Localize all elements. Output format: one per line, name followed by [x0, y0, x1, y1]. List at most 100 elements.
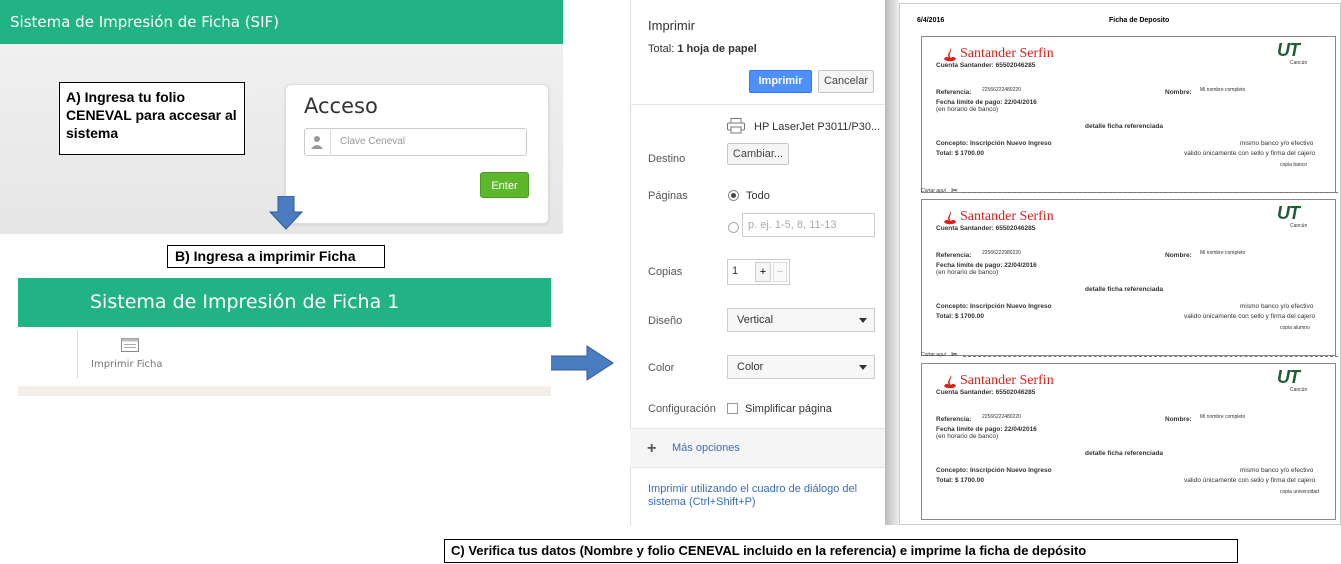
bank-name: Santander Serfin [960, 209, 1054, 224]
cut-label: Cortar aquí [921, 352, 947, 358]
validity-note: valido únicamente con sello y firma del … [1184, 313, 1316, 320]
sif-header-2: Sistema de Impresión de Ficha 1 [18, 278, 551, 327]
copy-label: copia alumno [1280, 325, 1310, 331]
copies-label: Copias [648, 266, 683, 278]
preview-date: 6/4/2016 [917, 17, 945, 24]
destination-label: Destino [648, 153, 686, 165]
cut-dashed-line [963, 356, 1338, 357]
color-select-value: Color [737, 361, 764, 373]
deadline-note: (en horario de banco) [936, 106, 999, 113]
print-total: Total: 1 hoja de papel [648, 43, 757, 55]
preview-title: Ficha de Deposito [1109, 17, 1170, 24]
pages-range-placeholder: p. ej. 1-5, 8, 11-13 [748, 219, 837, 231]
user-icon [311, 136, 323, 149]
detail-label: detalle ficha referenciada [1085, 450, 1164, 457]
layout-select-value: Vertical [737, 314, 774, 326]
login-title: Acceso [304, 94, 378, 118]
enter-button[interactable]: Enter [480, 172, 529, 198]
concept: Concepto: Inscripción Nuevo Ingreso [936, 303, 1052, 310]
step-c-note: C) Verifica tus datos (Nombre y folio CE… [444, 539, 1238, 563]
color-select[interactable]: Color [727, 355, 875, 379]
preview-shadow [885, 0, 899, 525]
chevron-down-icon [859, 365, 867, 370]
scissors-icon: ✂ [951, 186, 958, 195]
bank-account: Cuenta Santander: 65502046285 [936, 225, 1036, 232]
color-label: Color [648, 362, 675, 374]
name-label: Nombre: [1165, 252, 1192, 259]
print-form-menu-item[interactable]: Imprimir Ficha [91, 359, 163, 370]
pages-label: Páginas [648, 190, 688, 202]
pages-all-label: Todo [746, 190, 770, 202]
print-form-icon[interactable] [121, 338, 139, 352]
campus-name: Cancún [1290, 387, 1308, 393]
name-value: Mi nombre completo [1200, 87, 1246, 93]
arrow-right-icon [543, 345, 614, 381]
total-amount: Total: $ 1700.00 [936, 150, 984, 157]
copy-label: copia universidad [1280, 489, 1319, 495]
printer-icon [727, 118, 745, 134]
bank-account: Cuenta Santander: 65502046285 [936, 389, 1036, 396]
name-label: Nombre: [1165, 416, 1192, 423]
deadline: Fecha límite de pago: 22/04/2016 [936, 262, 1037, 269]
pages-range-radio[interactable] [728, 222, 739, 233]
name-value: Mi nombre completo [1200, 414, 1246, 420]
validity-note: valido únicamente con sello y firma del … [1184, 150, 1316, 157]
reference-value: 22566222480220 [982, 87, 1021, 93]
reference-label: Referencia: [936, 416, 972, 423]
step-a-note: A) Ingresa tu folio CENEVAL para accesar… [59, 82, 245, 155]
concept: Concepto: Inscripción Nuevo Ingreso [936, 467, 1052, 474]
bank-note: mismo banco y/o efectivo [1240, 303, 1314, 310]
total-prefix: Total: [648, 43, 675, 55]
plus-icon: + [647, 440, 657, 457]
cut-line: Cortar aquí ✂ [921, 350, 1341, 360]
total-value: 1 hoja de papel [677, 43, 757, 55]
more-options-link[interactable]: Más opciones [672, 442, 740, 454]
arrow-down-icon [268, 196, 304, 230]
ut-logo: UT [1277, 40, 1300, 60]
simplify-page-checkbox[interactable] [727, 403, 738, 414]
simplify-page-label: Simplificar página [745, 403, 832, 415]
copies-increment-button[interactable]: + [755, 262, 771, 282]
cut-line: Cortar aquí ✂ [921, 186, 1341, 196]
step-b-note: B) Ingresa a imprimir Ficha [167, 245, 385, 268]
total-amount: Total: $ 1700.00 [936, 313, 984, 320]
layout-select[interactable]: Vertical [727, 308, 875, 332]
deadline: Fecha límite de pago: 22/04/2016 [936, 99, 1037, 106]
deadline-note: (en horario de banco) [936, 269, 999, 276]
santander-flame-icon [944, 48, 956, 62]
campus-name: Cancún [1290, 60, 1308, 66]
name-label: Nombre: [1165, 89, 1192, 96]
total-amount: Total: $ 1700.00 [936, 477, 984, 484]
ut-logo: UT [1277, 203, 1300, 223]
ceneval-key-placeholder: Clave Ceneval [340, 136, 406, 147]
dialog-divider [630, 104, 885, 105]
reference-label: Referencia: [936, 252, 972, 259]
detail-label: detalle ficha referenciada [1085, 286, 1164, 293]
santander-flame-icon [944, 375, 956, 389]
change-destination-button[interactable]: Cambiar... [727, 143, 789, 165]
reference-value: 22566222480220 [982, 414, 1021, 420]
reference-label: Referencia: [936, 89, 972, 96]
bank-account: Cuenta Santander: 65502046285 [936, 62, 1036, 69]
cancel-button[interactable]: Cancelar [818, 70, 874, 93]
ceneval-key-input[interactable] [304, 128, 527, 156]
deadline-note: (en horario de banco) [936, 433, 999, 440]
detail-label: detalle ficha referenciada [1085, 123, 1164, 130]
more-options-bar[interactable] [630, 428, 885, 468]
copies-value: 1 [732, 265, 739, 277]
copies-decrement-button[interactable]: − [773, 262, 787, 282]
cut-label: Cortar aquí [921, 188, 947, 194]
system-dialog-link[interactable]: Imprimir utilizando el cuadro de diálogo… [648, 483, 868, 509]
name-value: Mi nombre completo [1200, 250, 1246, 256]
print-button[interactable]: Imprimir [749, 70, 812, 93]
input-divider [330, 130, 331, 154]
printer-name: HP LaserJet P3011/P30... [754, 121, 881, 133]
bank-name: Santander Serfin [960, 46, 1054, 61]
bank-note: mismo banco y/o efectivo [1240, 467, 1314, 474]
reference-value: 22566222980220 [982, 250, 1021, 256]
ut-logo: UT [1277, 367, 1300, 387]
sif-header: Sistema de Impresión de Ficha (SIF) [0, 0, 563, 44]
campus-name: Cancún [1290, 223, 1308, 229]
pages-all-radio[interactable] [728, 190, 739, 201]
bank-name: Santander Serfin [960, 373, 1054, 388]
